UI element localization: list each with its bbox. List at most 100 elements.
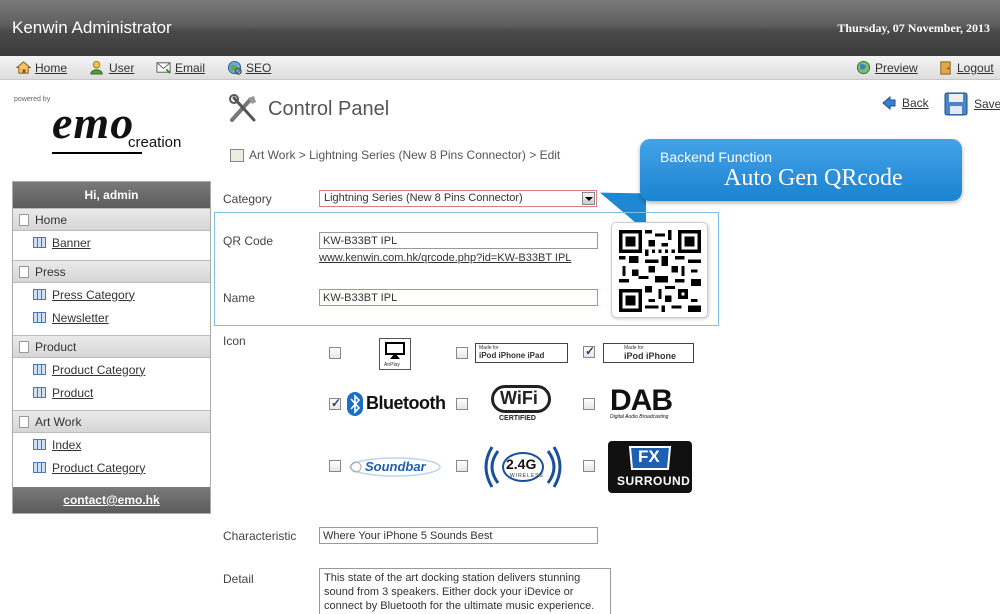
email-icon xyxy=(156,62,171,74)
wifi-text: WiFi xyxy=(500,388,538,408)
fx-surround-checkbox[interactable] xyxy=(583,460,595,472)
bluetooth-logo: Bluetooth xyxy=(347,390,446,418)
table-icon xyxy=(33,364,46,375)
sidebar-item-label: Press Category xyxy=(52,287,135,302)
made-for-ipod-iphone-checkbox[interactable] xyxy=(583,344,595,358)
user-icon xyxy=(90,60,103,75)
soundbar-checkbox[interactable] xyxy=(329,460,341,472)
qr-code-label: QR Code xyxy=(223,234,274,248)
dab-checkbox[interactable] xyxy=(583,398,595,410)
sidebar-section-label: Art Work xyxy=(35,414,82,429)
dab-subtext: Digital Audio Broadcasting xyxy=(610,414,669,420)
sidebar-item-label: Product Category xyxy=(52,362,146,377)
bluetooth-text: Bluetooth xyxy=(366,393,446,413)
soundbar-text: Soundbar xyxy=(365,459,426,474)
logo-wordmark: emo xyxy=(52,97,135,148)
nav-home-link[interactable]: Home xyxy=(16,60,67,75)
contact-email-link[interactable]: contact@emo.hk xyxy=(13,487,210,513)
page-icon xyxy=(19,265,29,278)
airplay-icon xyxy=(385,342,405,359)
sidebar-section-label: Product xyxy=(35,339,77,354)
characteristic-label: Characteristic xyxy=(223,529,297,543)
characteristic-input[interactable] xyxy=(319,527,598,544)
app-title: Kenwin Administrator xyxy=(12,18,172,37)
dab-logo: DAB Digital Audio Broadcasting xyxy=(608,384,688,422)
bluetooth-checkbox[interactable] xyxy=(329,396,341,410)
nav-logout-link[interactable]: Logout xyxy=(938,60,994,75)
sidebar-item-label: Banner xyxy=(52,235,91,250)
table-icon xyxy=(33,387,46,398)
back-button[interactable]: Back xyxy=(882,96,929,110)
category-label: Category xyxy=(223,192,272,206)
detail-textarea[interactable]: This state of the art docking station de… xyxy=(319,568,611,614)
sidebar-section-art-work[interactable]: Art Work xyxy=(13,410,210,433)
sidebar-item-banner[interactable]: Banner xyxy=(13,231,210,254)
logo-underline xyxy=(52,152,142,154)
sidebar-item-product[interactable]: Product xyxy=(13,381,210,404)
seo-globe-icon xyxy=(227,60,242,75)
sidebar-menu: Hi, admin Home Banner Press Press Catego… xyxy=(12,181,211,514)
nav-user-link[interactable]: User xyxy=(90,60,134,75)
control-panel-heading: Control Panel xyxy=(228,94,389,124)
nav-preview-link[interactable]: Preview xyxy=(856,60,918,75)
dropdown-arrow-icon[interactable] xyxy=(582,192,595,205)
fx-text: FX xyxy=(638,447,660,466)
save-label: Save xyxy=(974,97,1000,111)
callout-title: Auto Gen QRcode xyxy=(724,165,903,191)
sidebar-section-label: Home xyxy=(35,212,68,227)
dab-text: DAB xyxy=(610,384,673,417)
page-icon xyxy=(19,340,29,353)
nav-logout-label: Logout xyxy=(957,60,994,75)
category-select[interactable]: Lightning Series (New 8 Pins Connector) xyxy=(319,190,597,207)
sidebar-item-artwork-product-category[interactable]: Product Category xyxy=(13,456,210,479)
edit-form-icon xyxy=(230,148,244,162)
sidebar-item-index[interactable]: Index xyxy=(13,433,210,456)
wireless-subtext: WIRELESS xyxy=(510,473,544,479)
powered-by-label: powered by xyxy=(14,96,51,103)
logout-door-icon xyxy=(940,61,951,75)
sidebar-item-product-category[interactable]: Product Category xyxy=(13,358,210,381)
soundbar-logo: Soundbar xyxy=(348,456,442,478)
nav-user-label: User xyxy=(109,60,135,75)
sidebar-item-newsletter[interactable]: Newsletter xyxy=(13,306,210,329)
qr-code-url-link[interactable]: www.kenwin.com.hk/qrcode.php?id=KW-B33BT… xyxy=(319,252,571,264)
qr-code-preview xyxy=(611,222,708,318)
airplay-checkbox[interactable] xyxy=(329,347,341,359)
sidebar-section-product[interactable]: Product xyxy=(13,335,210,358)
wireless-24g-checkbox[interactable] xyxy=(456,460,468,472)
badge-devices-text: iPod iPhone xyxy=(624,351,677,361)
made-for-ipod-iphone-ipad-checkbox[interactable] xyxy=(456,347,468,359)
top-bar: Kenwin Administrator Thursday, 07 Novemb… xyxy=(0,0,1000,56)
save-button[interactable]: Save xyxy=(944,92,1000,116)
callout-subtitle: Backend Function xyxy=(660,149,773,165)
page-icon xyxy=(19,415,29,428)
table-icon xyxy=(33,462,46,473)
save-disk-icon xyxy=(944,92,968,116)
sidebar-section-label: Press xyxy=(35,264,66,279)
preview-globe-icon xyxy=(856,60,871,75)
sidebar-section-press[interactable]: Press xyxy=(13,260,210,283)
nav-email-link[interactable]: Email xyxy=(156,60,205,75)
wireless-24g-text: 2.4G xyxy=(506,456,537,472)
logo-subtitle: creation xyxy=(128,134,182,151)
qr-code-input[interactable] xyxy=(319,232,598,249)
sidebar-item-label: Product xyxy=(52,385,94,400)
wifi-certified-text: CERTIFIED xyxy=(499,415,536,422)
tools-icon xyxy=(229,94,256,122)
nav-seo-label: SEO xyxy=(246,60,272,75)
name-input[interactable] xyxy=(319,289,598,306)
back-arrow-icon xyxy=(882,96,896,110)
nav-email-label: Email xyxy=(175,60,206,75)
table-icon xyxy=(33,439,46,450)
sidebar-section-home[interactable]: Home xyxy=(13,208,210,231)
page-title: Control Panel xyxy=(268,97,390,120)
nav-seo-link[interactable]: SEO xyxy=(227,60,271,75)
nav-bar: Home User Email SEO Preview Logout xyxy=(0,56,1000,80)
page-icon xyxy=(19,213,29,226)
wifi-checkbox[interactable] xyxy=(456,398,468,410)
qr-code-image xyxy=(619,230,701,312)
wireless-24g-logo: 2.4G WIRELESS xyxy=(484,443,562,491)
sidebar-item-press-category[interactable]: Press Category xyxy=(13,283,210,306)
feature-callout: Backend Function Auto Gen QRcode xyxy=(640,139,962,201)
bluetooth-icon xyxy=(347,392,363,416)
